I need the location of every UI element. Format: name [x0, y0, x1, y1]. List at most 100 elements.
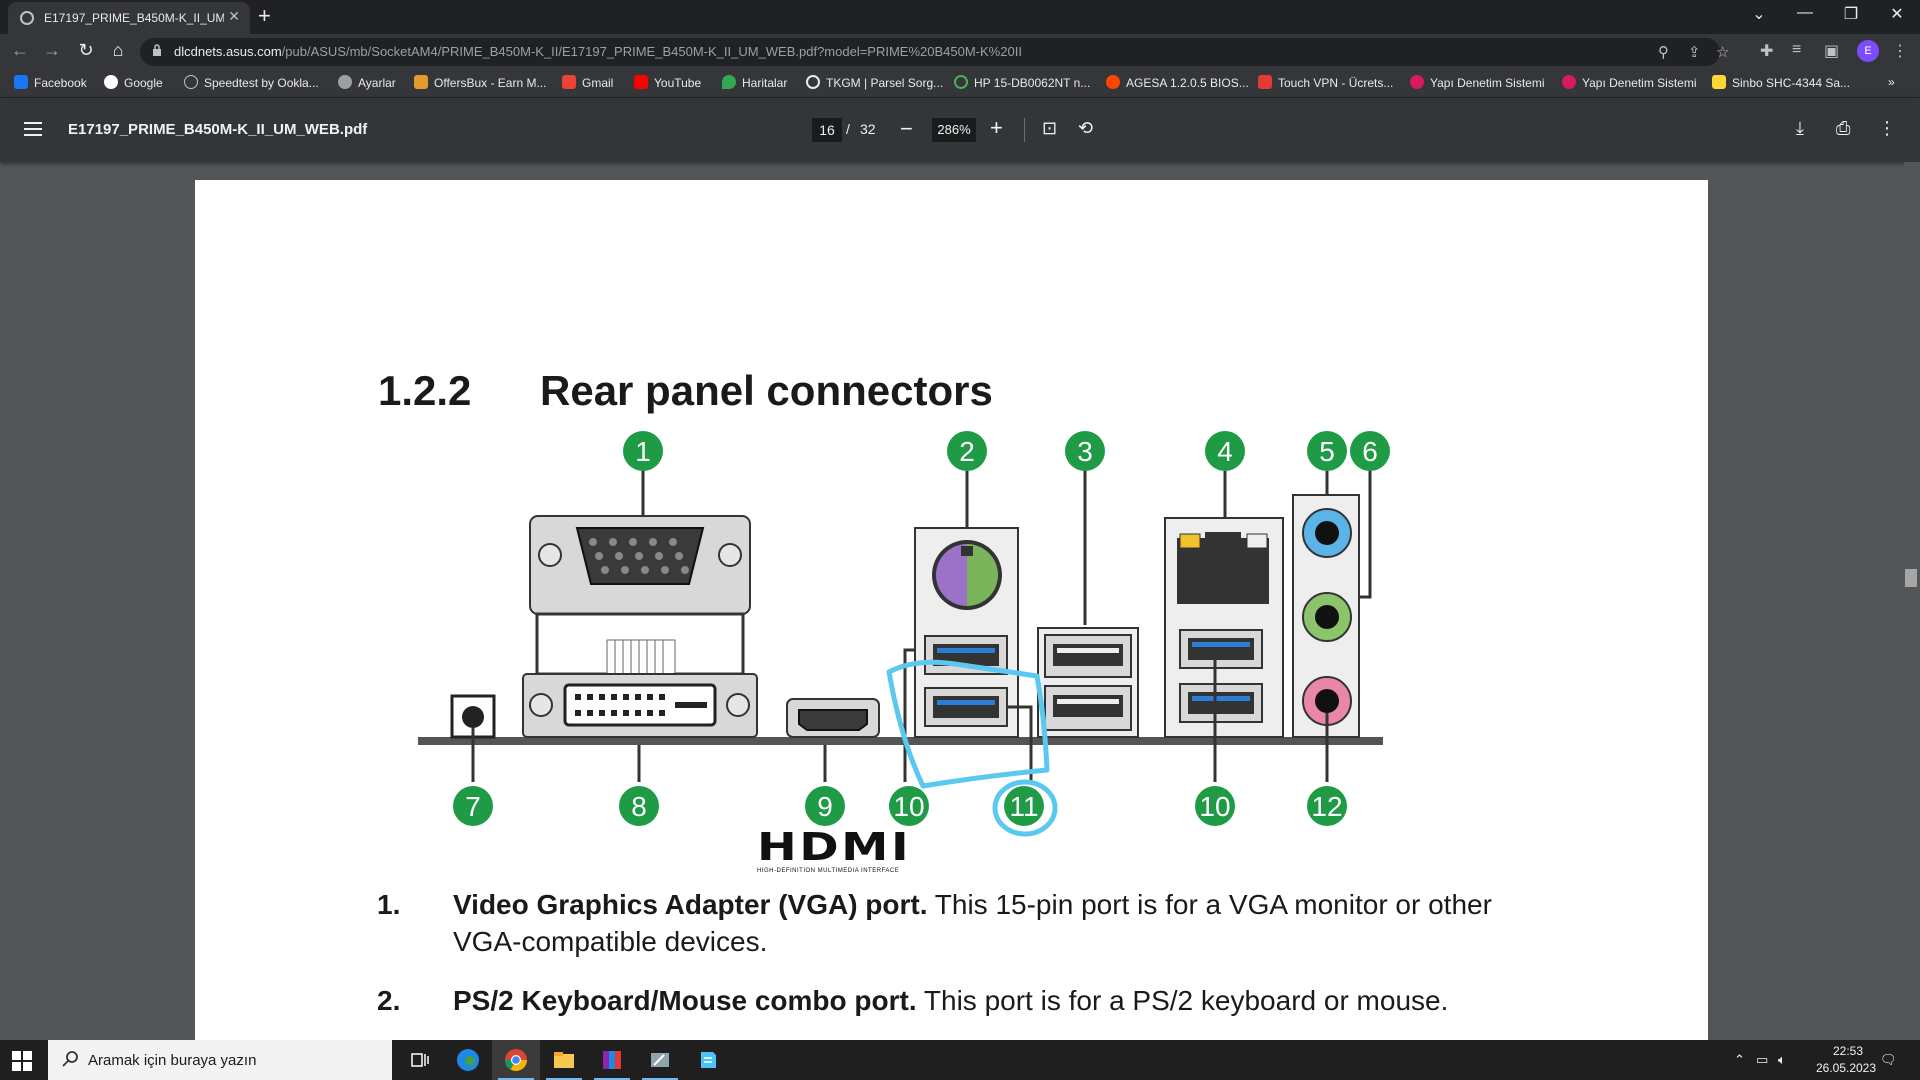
task-view-button[interactable] — [396, 1040, 444, 1080]
dvi-screw-right — [726, 693, 750, 717]
close-icon[interactable]: ✕ — [1874, 4, 1920, 24]
taskbar-app-chrome[interactable] — [492, 1040, 540, 1080]
show-hidden-icons-icon[interactable]: ⌃ — [1734, 1052, 1745, 1068]
task-view-icon — [411, 1053, 429, 1067]
rotate-icon[interactable]: ⟲ — [1078, 118, 1093, 139]
taskbar-app-explorer[interactable] — [540, 1040, 588, 1080]
fit-page-icon[interactable]: ⊡ — [1042, 118, 1057, 139]
notepad-icon — [701, 1052, 716, 1068]
bookmark-youtube[interactable]: YouTube — [634, 75, 701, 93]
bookmark-gmail[interactable]: Gmail — [562, 75, 613, 93]
more-actions-icon[interactable]: ⋮ — [1878, 118, 1896, 139]
pdf-title: E17197_PRIME_B450M-K_II_UM_WEB.pdf — [68, 121, 368, 138]
new-tab-button[interactable]: + — [258, 3, 271, 29]
vga-screw-right — [718, 543, 742, 567]
zoom-icon[interactable]: ⚲ — [1658, 43, 1669, 61]
dvi-screw-left — [529, 693, 553, 717]
toolbar-divider — [1024, 118, 1025, 142]
callout-8: 8 — [631, 791, 647, 822]
youtube-icon — [634, 75, 648, 89]
clock-time[interactable]: 22:53 — [1816, 1044, 1880, 1058]
pdf-toolbar: E17197_PRIME_B450M-K_II_UM_WEB.pdf 16 / … — [0, 98, 1920, 162]
pdf-scrollbar[interactable] — [1904, 162, 1920, 1040]
zoom-out-button[interactable]: − — [900, 116, 913, 142]
bookmark-facebook[interactable]: Facebook — [14, 75, 87, 93]
download-icon[interactable]: ⤓ — [1796, 118, 1804, 139]
page-separator: / — [846, 121, 850, 137]
zoom-input[interactable]: 286% — [932, 118, 976, 142]
search-icon — [62, 1051, 78, 1067]
side-panel-icon[interactable]: ▣ — [1824, 41, 1839, 61]
menu-icon[interactable] — [24, 122, 42, 136]
url-text: dlcdnets.asus.com/pub/ASUS/mb/SocketAM4/… — [174, 44, 1022, 59]
callout-7: 7 — [465, 791, 481, 822]
forward-icon[interactable]: → — [40, 40, 64, 61]
taskbar-app-notes[interactable] — [684, 1040, 732, 1080]
bookmarks-overflow-icon[interactable]: » — [1888, 75, 1895, 93]
bookmark-hp[interactable]: HP 15-DB0062NT n... — [954, 75, 1090, 93]
bookmark-google[interactable]: Google — [104, 75, 163, 93]
facebook-icon — [14, 75, 28, 89]
bookmark-offersbux[interactable]: OffersBux - Earn M... — [414, 75, 546, 93]
snipping-tool-icon — [651, 1053, 669, 1067]
tab-favicon-icon — [20, 11, 34, 25]
callout-10-left: 10 — [893, 791, 924, 822]
taskbar-search-box[interactable]: Aramak için buraya yazın — [48, 1040, 392, 1080]
notifications-icon[interactable]: 🗨︎ — [1880, 1052, 1897, 1068]
io-shield-base — [418, 737, 1383, 745]
edge-icon — [457, 1049, 479, 1071]
bookmark-agesa[interactable]: AGESA 1.2.0.5 BIOS... — [1106, 75, 1249, 93]
bookmark-sinbo[interactable]: Sinbo SHC-4344 Sa... — [1712, 75, 1850, 93]
network-icon[interactable]: ▭ — [1756, 1052, 1768, 1068]
bookmark-tkgm[interactable]: TKGM | Parsel Sorg... — [806, 75, 943, 93]
callout-3: 3 — [1077, 436, 1093, 467]
speedtest-icon — [184, 75, 198, 89]
callout-12: 12 — [1311, 791, 1342, 822]
taskbar-app-edge[interactable] — [444, 1040, 492, 1080]
home-icon[interactable]: ⌂ — [106, 40, 130, 61]
page-total: 32 — [860, 121, 876, 137]
extensions-icon[interactable]: ✚ — [1760, 41, 1773, 61]
clock-date[interactable]: 26.05.2023 — [1806, 1061, 1886, 1075]
tab-search-chevron-icon[interactable]: ⌄ — [1736, 4, 1782, 24]
tab-close-icon[interactable]: ✕ — [228, 8, 240, 25]
profile-avatar[interactable]: E — [1857, 40, 1879, 62]
restore-icon[interactable]: ❐ — [1828, 4, 1874, 24]
bookmark-speedtest[interactable]: Speedtest by Ookla... — [184, 75, 319, 93]
media-icon[interactable]: ≡ — [1792, 41, 1801, 59]
address-bar[interactable]: dlcdnets.asus.com/pub/ASUS/mb/SocketAM4/… — [140, 38, 1729, 66]
page-number-input[interactable]: 16 — [812, 118, 842, 142]
zoom-in-button[interactable]: + — [990, 115, 1003, 141]
bookmark-star-icon[interactable]: ☆ — [1716, 43, 1729, 61]
callout-11: 11 — [1009, 791, 1038, 822]
print-icon[interactable]: ⎙ — [1836, 118, 1850, 139]
bookmark-maps[interactable]: Haritalar — [722, 75, 787, 93]
browser-tab[interactable]: E17197_PRIME_B450M-K_II_UM_ ✕ — [8, 2, 250, 34]
lock-icon — [153, 44, 161, 56]
pdf-scroll-thumb[interactable] — [1905, 569, 1917, 587]
windows-start-icon[interactable] — [12, 1051, 32, 1071]
location-pin-icon — [806, 75, 820, 89]
bookmark-yapi-2[interactable]: Yapı Denetim Sistemi — [1562, 75, 1697, 93]
folder-icon — [554, 1052, 574, 1068]
hdmi-logo-text: HDMI — [757, 825, 912, 869]
bookmark-settings[interactable]: Ayarlar — [338, 75, 396, 93]
gear-icon — [338, 75, 352, 89]
maps-icon — [722, 75, 736, 89]
tab-title: E17197_PRIME_B450M-K_II_UM_ — [44, 11, 224, 25]
callout-5: 5 — [1319, 436, 1335, 467]
browser-toolbar: ← → ↻ ⌂ dlcdnets.asus.com/pub/ASUS/mb/So… — [0, 34, 1920, 70]
reload-icon[interactable]: ↻ — [74, 40, 98, 61]
volume-icon[interactable]: 🔈︎ — [1778, 1052, 1786, 1068]
pdf-page: 1.2.2 Rear panel connectors 1 2 3 4 5 6 … — [195, 180, 1708, 1050]
share-icon[interactable]: ⇪ — [1688, 43, 1701, 61]
taskbar-app-winrar[interactable] — [588, 1040, 636, 1080]
tab-strip: E17197_PRIME_B450M-K_II_UM_ ✕ + ⌄ — ❐ ✕ — [0, 0, 1920, 34]
bookmark-touchvpn[interactable]: Touch VPN - Ücrets... — [1258, 75, 1393, 93]
back-icon[interactable]: ← — [8, 40, 32, 61]
windows-taskbar: Aramak için buraya yazın ⌃ ▭ 🔈︎ 22:53 26… — [0, 1040, 1920, 1080]
taskbar-app-snipping[interactable] — [636, 1040, 684, 1080]
minimize-icon[interactable]: — — [1782, 4, 1828, 22]
browser-menu-icon[interactable]: ⋮ — [1892, 41, 1908, 61]
bookmark-yapi-1[interactable]: Yapı Denetim Sistemi — [1410, 75, 1545, 93]
